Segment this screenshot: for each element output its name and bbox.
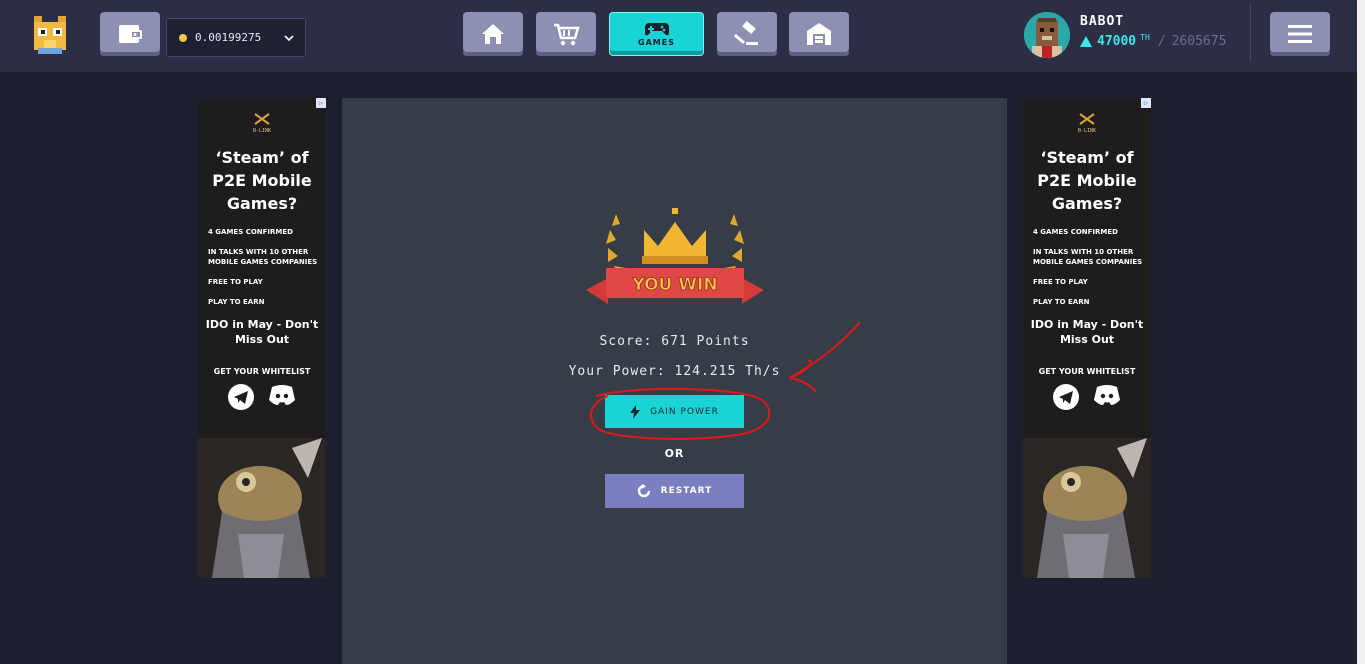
ad-frog-illustration <box>1023 438 1151 578</box>
lightning-icon <box>630 404 641 419</box>
ad-bullet: 4 GAMES CONFIRMED <box>208 228 293 236</box>
ad-bullet: IN TALKS WITH 10 OTHER MOBILE GAMES COMP… <box>1033 248 1143 266</box>
discord-icon[interactable] <box>268 384 296 406</box>
ad-brand-logo: B-LINK <box>1023 112 1151 138</box>
warehouse-icon <box>807 23 831 45</box>
ad-bullet: IN TALKS WITH 10 OTHER MOBILE GAMES COMP… <box>208 248 318 266</box>
restart-button[interactable]: RESTART <box>605 474 744 508</box>
score-text: Score: 671 Points <box>599 334 750 349</box>
menu-button[interactable] <box>1270 12 1330 56</box>
ad-headline: ‘Steam’ of P2E Mobile Games? <box>1037 148 1137 213</box>
header-divider <box>1250 4 1251 62</box>
user-power-separator: / <box>1157 34 1166 49</box>
ad-whitelist-text: GET YOUR WHITELIST <box>1038 367 1136 376</box>
nav-storage-button[interactable] <box>789 12 849 56</box>
home-icon <box>482 24 504 44</box>
page-scrollbar[interactable] <box>1357 0 1365 664</box>
wallet-icon <box>119 25 142 43</box>
or-separator: OR <box>664 447 685 460</box>
top-bar: 0.00199275 GAMES BABOT 47000 TH / 260567… <box>0 0 1365 72</box>
wallet-button[interactable] <box>100 12 160 56</box>
ad-bullet: PLAY TO EARN <box>1033 298 1090 306</box>
ad-frog-illustration <box>198 438 326 578</box>
ad-bullet: FREE TO PLAY <box>208 278 263 286</box>
ad-bullet: FREE TO PLAY <box>1033 278 1088 286</box>
game-result-panel: YOU WIN Score: 671 Points Your Power: 12… <box>342 98 1007 664</box>
ad-socials <box>198 384 326 410</box>
your-power-text: Your Power: 124.215 Th/s <box>568 364 781 379</box>
cart-icon <box>554 23 580 46</box>
telegram-icon[interactable] <box>228 384 254 410</box>
ad-socials <box>1023 384 1151 410</box>
balance-value: 0.00199275 <box>195 31 262 44</box>
user-power-unit: TH <box>1140 33 1150 42</box>
ad-ido-text: IDO in May - Don't Miss Out <box>1030 318 1144 346</box>
ad-bullet: PLAY TO EARN <box>208 298 265 306</box>
user-avatar[interactable] <box>1024 12 1070 58</box>
nav-games-label: GAMES <box>638 38 675 47</box>
discord-icon[interactable] <box>1093 384 1121 406</box>
ad-brand: B-LINK <box>1077 128 1097 134</box>
restart-label: RESTART <box>660 486 713 496</box>
ad-bullets: 4 GAMES CONFIRMED IN TALKS WITH 10 OTHER… <box>1023 227 1151 307</box>
ad-ido-text: IDO in May - Don't Miss Out <box>205 318 319 346</box>
ad-whitelist-text: GET YOUR WHITELIST <box>213 367 311 376</box>
nav-home-button[interactable] <box>463 12 523 56</box>
nav-auction-button[interactable] <box>717 12 777 56</box>
you-win-banner-text: YOU WIN <box>631 275 717 295</box>
telegram-icon[interactable] <box>1053 384 1079 410</box>
ad-brand: B-LINK <box>252 128 272 134</box>
chevron-down-icon <box>284 35 294 42</box>
ad-banner-right[interactable]: ▷ B-LINK ‘Steam’ of P2E Mobile Games? 4 … <box>1023 98 1151 578</box>
nav-market-button[interactable] <box>536 12 596 56</box>
triangle-up-icon <box>1080 36 1092 47</box>
ad-bullet: 4 GAMES CONFIRMED <box>1033 228 1118 236</box>
you-win-crown-banner: YOU WIN <box>586 208 764 304</box>
hamburger-icon <box>1288 25 1312 43</box>
nav-games-button[interactable]: GAMES <box>609 12 704 56</box>
user-power-value: 47000 <box>1097 34 1137 49</box>
ad-headline: ‘Steam’ of P2E Mobile Games? <box>212 148 312 213</box>
gain-power-button[interactable]: GAIN POWER <box>605 395 744 428</box>
gain-power-label: GAIN POWER <box>650 406 719 417</box>
ad-choices-icon[interactable]: ▷ <box>316 98 326 108</box>
ad-bullets: 4 GAMES CONFIRMED IN TALKS WITH 10 OTHER… <box>198 227 326 307</box>
ad-brand-logo: B-LINK <box>198 112 326 138</box>
gavel-icon <box>734 21 758 45</box>
ad-choices-icon[interactable]: ▷ <box>1141 98 1151 108</box>
username: BABOT <box>1080 14 1125 29</box>
ad-banner-left[interactable]: ▷ B-LINK ‘Steam’ of P2E Mobile Games? 4 … <box>198 98 326 578</box>
user-power: 47000 TH / 2605675 <box>1080 33 1227 49</box>
gamepad-icon <box>644 23 669 36</box>
user-power-total: 2605675 <box>1171 34 1227 49</box>
app-logo[interactable] <box>30 12 70 56</box>
balance-dropdown[interactable]: 0.00199275 <box>166 18 306 57</box>
coin-icon <box>179 33 187 42</box>
restart-icon <box>637 484 650 498</box>
